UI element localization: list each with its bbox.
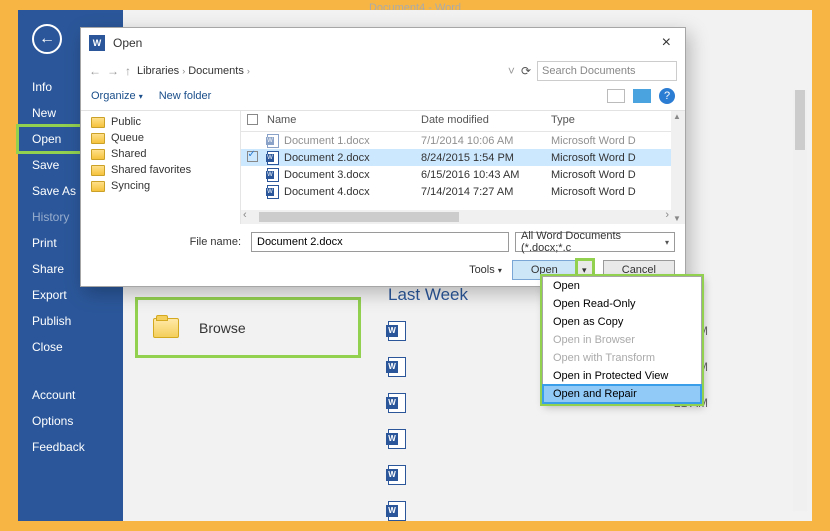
- browse-label: Browse: [199, 320, 246, 336]
- search-input[interactable]: Search Documents: [537, 61, 677, 81]
- menu-open-in-protected-view[interactable]: Open in Protected View: [543, 367, 701, 385]
- close-button[interactable]: ×: [656, 34, 677, 52]
- folder-icon: [91, 165, 105, 176]
- word-file-icon: [267, 168, 279, 182]
- col-check[interactable]: [241, 114, 263, 128]
- word-file-icon: [388, 501, 406, 521]
- tools-button[interactable]: Tools ▾: [469, 264, 502, 276]
- refresh-icon[interactable]: ⟳: [521, 64, 531, 78]
- view-options-icon[interactable]: [607, 89, 625, 103]
- recent-document[interactable]: [388, 457, 708, 493]
- open-split-menu: OpenOpen Read-OnlyOpen as CopyOpen in Br…: [542, 276, 702, 404]
- tree-item[interactable]: Public: [81, 114, 240, 130]
- word-file-icon: [267, 185, 279, 199]
- open-file-dialog: W Open × ← → ↑ Libraries›Documents› ˅ ⟳ …: [80, 27, 686, 287]
- menu-open-with-transform: Open with Transform: [543, 349, 701, 367]
- recent-document[interactable]: [388, 493, 708, 529]
- word-file-icon: [388, 393, 406, 413]
- word-file-icon: [267, 134, 279, 148]
- tree-item[interactable]: Syncing: [81, 178, 240, 194]
- word-file-icon: [388, 465, 406, 485]
- breadcrumb-dropdown-icon[interactable]: ˅: [508, 64, 515, 78]
- back-button[interactable]: [32, 24, 62, 54]
- list-vertical-scrollbar[interactable]: [671, 111, 685, 224]
- folder-icon: [91, 117, 105, 128]
- folder-icon: [91, 181, 105, 192]
- new-folder-button[interactable]: New folder: [159, 90, 212, 102]
- tree-item[interactable]: Queue: [81, 130, 240, 146]
- nav-back-icon[interactable]: ←: [89, 64, 101, 78]
- vertical-scrollbar[interactable]: [793, 90, 807, 511]
- horizontal-scrollbar[interactable]: [241, 210, 671, 224]
- nav-publish[interactable]: Publish: [18, 308, 123, 334]
- tree-item[interactable]: Shared favorites: [81, 162, 240, 178]
- col-date-header[interactable]: Date modified: [421, 114, 551, 128]
- file-row[interactable]: Document 2.docx8/24/2015 1:54 PMMicrosof…: [241, 149, 671, 166]
- tree-item[interactable]: Shared: [81, 146, 240, 162]
- file-type-filter[interactable]: All Word Documents (*.docx;*.c▾: [515, 232, 675, 252]
- menu-open-and-repair[interactable]: Open and Repair: [543, 385, 701, 403]
- folder-icon: [153, 318, 179, 338]
- file-list: Name Date modified Type Document 1.docx7…: [241, 111, 671, 224]
- word-file-icon: [388, 429, 406, 449]
- nav-close[interactable]: Close: [18, 334, 123, 360]
- row-checkbox[interactable]: [247, 151, 258, 162]
- preview-pane-icon[interactable]: [633, 89, 651, 103]
- dialog-title: Open: [113, 36, 142, 50]
- col-type-header[interactable]: Type: [551, 114, 671, 128]
- file-row[interactable]: Document 1.docx7/1/2014 10:06 AMMicrosof…: [241, 132, 671, 149]
- browse-button[interactable]: Browse: [138, 300, 358, 355]
- file-row[interactable]: Document 4.docx7/14/2014 7:27 AMMicrosof…: [241, 183, 671, 200]
- nav-feedback[interactable]: Feedback: [18, 434, 123, 460]
- menu-open-read-only[interactable]: Open Read-Only: [543, 295, 701, 313]
- filename-input[interactable]: [251, 232, 509, 252]
- menu-open-as-copy[interactable]: Open as Copy: [543, 313, 701, 331]
- word-app-icon: W: [89, 35, 105, 51]
- file-row[interactable]: Document 3.docx6/15/2016 10:43 AMMicroso…: [241, 166, 671, 183]
- menu-open[interactable]: Open: [543, 277, 701, 295]
- word-file-icon: [388, 357, 406, 377]
- recent-document[interactable]: [388, 421, 708, 457]
- folder-tree: PublicQueueSharedShared favoritesSyncing: [81, 111, 241, 224]
- folder-icon: [91, 133, 105, 144]
- filename-label: File name:: [91, 236, 241, 248]
- folder-icon: [91, 149, 105, 160]
- help-icon[interactable]: ?: [659, 88, 675, 104]
- nav-account[interactable]: Account: [18, 382, 123, 408]
- col-name-header[interactable]: Name: [263, 114, 421, 128]
- word-file-icon: [267, 151, 279, 165]
- menu-open-in-browser: Open in Browser: [543, 331, 701, 349]
- nav-options[interactable]: Options: [18, 408, 123, 434]
- nav-forward-icon[interactable]: →: [107, 64, 119, 78]
- nav-up-icon[interactable]: ↑: [125, 64, 131, 78]
- organize-button[interactable]: Organize ▾: [91, 90, 143, 102]
- word-file-icon: [388, 321, 406, 341]
- breadcrumb[interactable]: Libraries›Documents›: [137, 65, 502, 77]
